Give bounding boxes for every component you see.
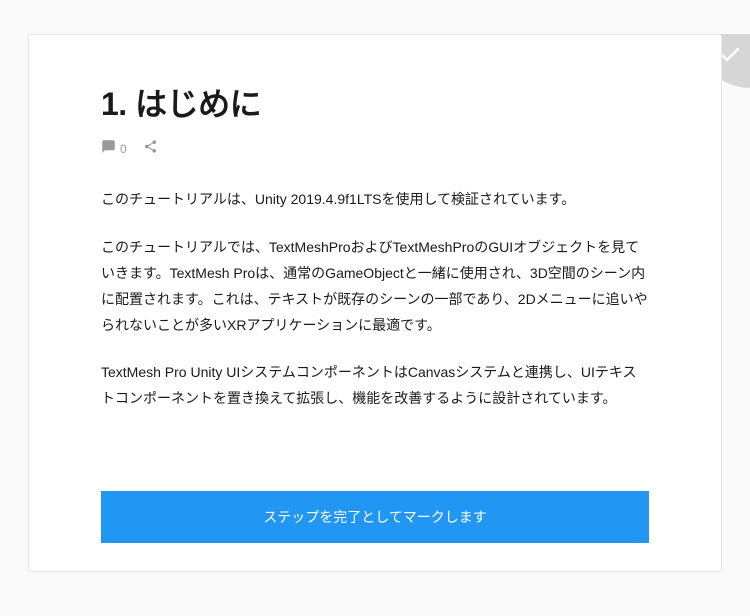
paragraph: このチュートリアルは、Unity 2019.4.9f1LTSを使用して検証されて… xyxy=(101,187,649,213)
page-title: 1. はじめに xyxy=(101,79,649,125)
comment-icon xyxy=(101,139,116,159)
paragraph: このチュートリアルでは、TextMeshProおよびTextMeshProのGU… xyxy=(101,235,649,339)
mark-complete-button[interactable]: ステップを完了としてマークします xyxy=(101,491,649,543)
meta-row: 0 xyxy=(101,139,649,159)
share-icon xyxy=(143,139,158,159)
tutorial-body: このチュートリアルは、Unity 2019.4.9f1LTSを使用して検証されて… xyxy=(101,187,649,491)
comments-button[interactable]: 0 xyxy=(101,139,127,159)
paragraph: TextMesh Pro Unity UIシステムコンポーネントはCanvasシ… xyxy=(101,360,649,412)
comment-count: 0 xyxy=(120,142,127,156)
share-button[interactable] xyxy=(143,139,158,159)
tutorial-card: 1. はじめに 0 このチュートリアルは、Unity 2019.4.9f1LTS… xyxy=(28,34,722,572)
